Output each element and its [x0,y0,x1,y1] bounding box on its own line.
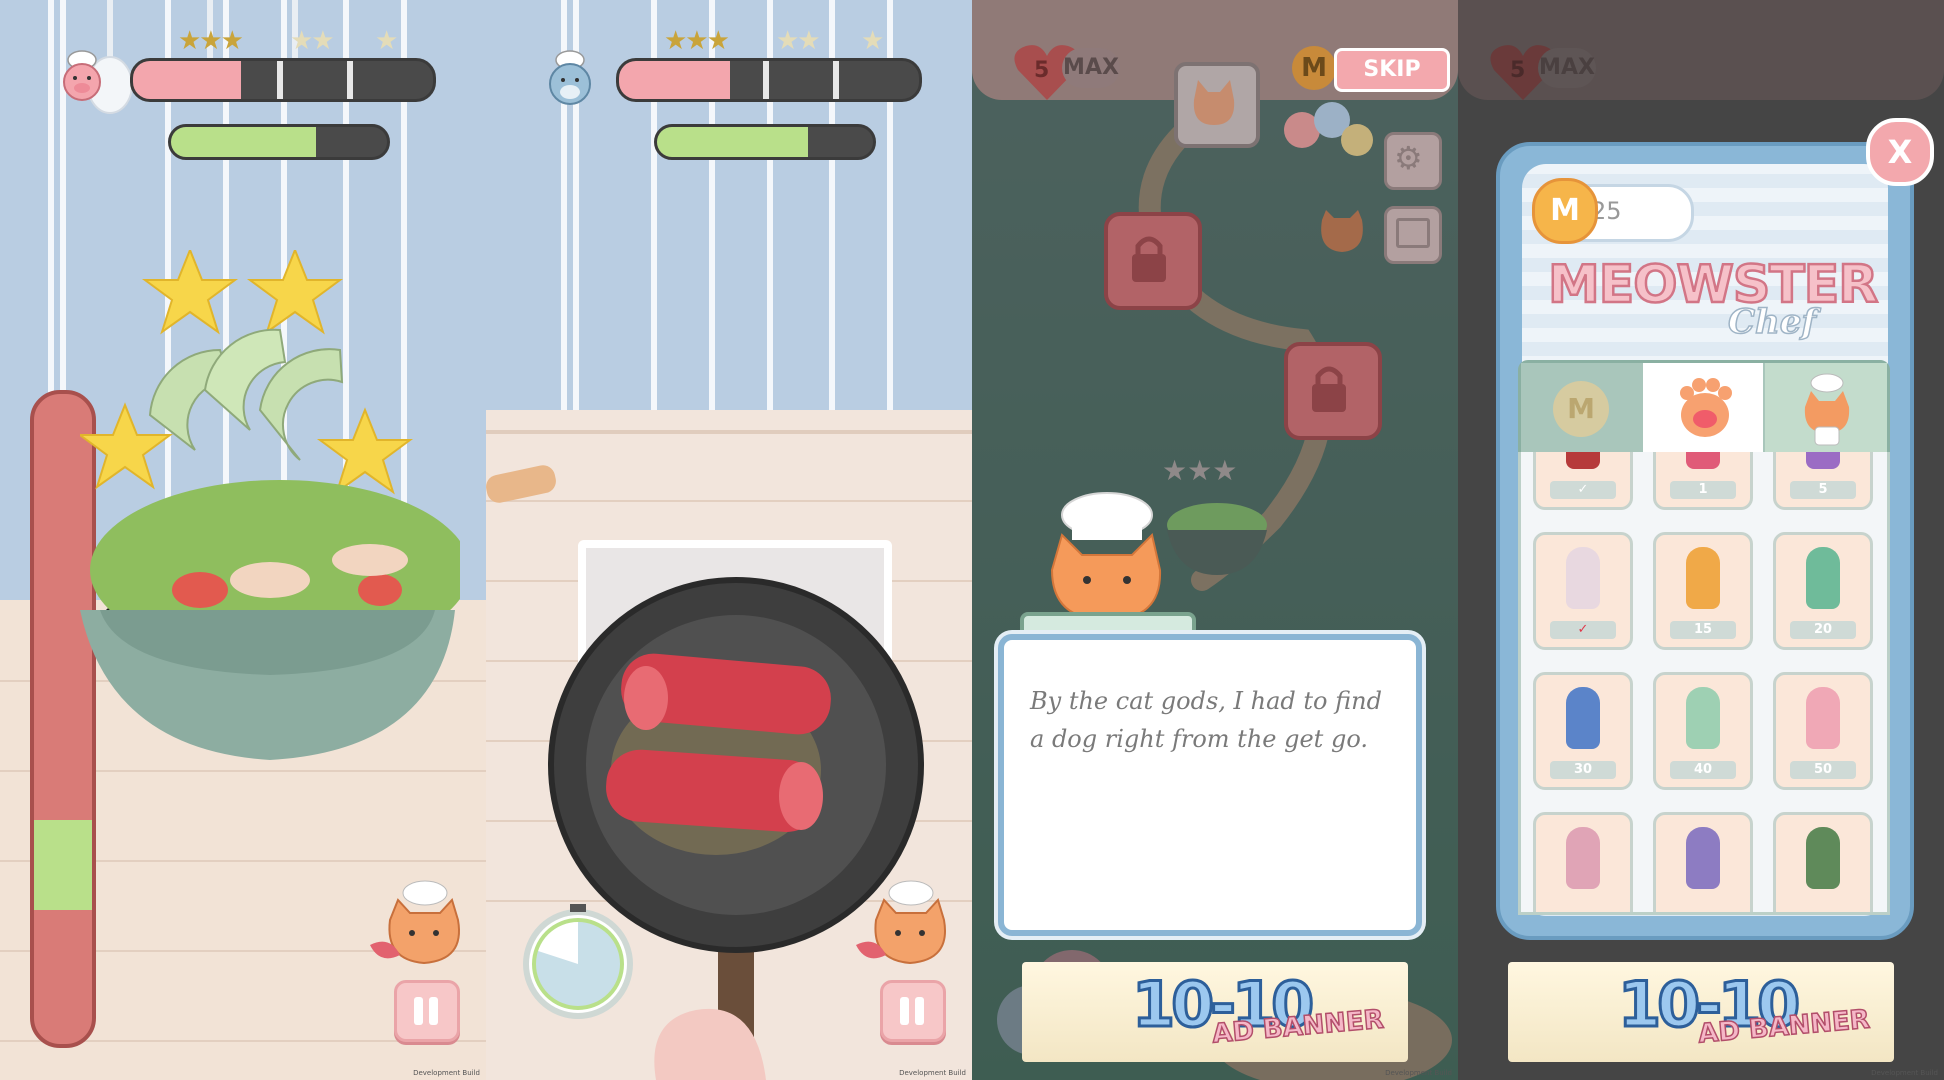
frying-minigame-screen: ★★★ ★★ ★ Development Build [486,0,972,1080]
paw-skin-item[interactable]: 5 [1773,452,1873,510]
star-rating-2: ★★ [776,26,821,56]
paw-skin-grid: ✓ 1 5 ✓ 15 20 30 40 50 [1518,452,1890,915]
pause-button[interactable] [880,980,946,1042]
price-tag: 20 [1790,621,1856,639]
paw-skin-item[interactable]: 40 [1653,672,1753,790]
paw-skin-item[interactable]: 50 [1773,672,1873,790]
cooking-timer-icon [523,904,633,1019]
paw-skin-item[interactable] [1653,812,1753,912]
paw-skin-icon [1686,547,1720,609]
paw-skin-item[interactable] [1773,812,1873,912]
ad-banner[interactable]: 10-10 AD BANNER [1508,962,1894,1062]
svg-text:★★★: ★★★ [1162,454,1237,487]
skin-shop-screen: 5 MAX X 25 M MEOWSTER Chef M ✓ 1 5 ✓ 15 … [1458,0,1944,1080]
paw-skin-item[interactable]: ✓ [1533,532,1633,650]
price-tag: 40 [1670,761,1736,779]
score-progress-bar [130,58,436,102]
price-tag: 1 [1670,481,1736,499]
price-tag: 15 [1670,621,1736,639]
coin-icon: M [1292,46,1336,90]
dialog-text: By the cat gods, I had to find a dog rig… [1030,687,1382,753]
lock-icon [1132,236,1166,282]
level-map-dialog-screen: 5 MAX M SKIP ⚙ ★★★ Riscas By the cat god… [972,0,1458,1080]
lock-icon [1312,366,1346,412]
star-rating-1: ★★★ [664,26,730,56]
chef-cat-mascot [856,880,946,965]
paw-skin-item[interactable] [1533,812,1633,912]
star-rating-1: ★★★ [178,26,244,56]
price-tag: 30 [1550,761,1616,779]
dev-build-label: Development Build [1871,1069,1938,1077]
close-button[interactable]: X [1866,118,1934,186]
salad-bowl [80,250,460,760]
tab-coins[interactable]: M [1521,363,1641,455]
lives-max-label: MAX [1062,48,1120,88]
chef-cat-mascot [370,880,460,965]
coin-icon: M [1553,381,1609,437]
paw-icon [1680,378,1732,437]
paw-skin-icon [1686,827,1720,889]
skip-button[interactable]: SKIP [1334,48,1450,92]
chef-hand [654,1008,766,1080]
dev-build-label: Development Build [899,1069,966,1077]
tab-paws[interactable] [1643,363,1763,455]
dog-chef-avatar [549,50,591,105]
paw-skin-item[interactable]: 1 [1653,452,1753,510]
paw-skin-icon [1566,452,1600,469]
ad-banner[interactable]: 10-10 AD BANNER [1022,962,1408,1062]
paw-skin-icon [1686,687,1720,749]
price-tag: 50 [1790,761,1856,779]
game-logo-main: MEOWSTER [1547,254,1880,317]
chef-cat-icon [1804,373,1850,446]
lives-max-label: MAX [1538,48,1596,88]
paw-skin-icon [1686,452,1720,469]
paw-skin-icon [1806,687,1840,749]
paw-skin-icon [1566,687,1600,749]
lives-count: 5 [1034,58,1050,83]
paw-skin-item[interactable]: 15 [1653,532,1753,650]
riscas-chef-cat [1050,492,1162,620]
paw-skin-icon [1806,547,1840,609]
paw-skin-item[interactable]: ✓ [1533,452,1633,510]
shop-tabs: M [1518,360,1890,458]
shop-icon [1396,218,1430,248]
dev-build-label: Development Build [1385,1069,1452,1077]
price-tag: ✓ [1550,481,1616,499]
star-rating-3: ★ [861,26,885,56]
paw-skin-icon [1806,452,1840,469]
paw-skin-icon [1566,547,1600,609]
score-progress-bar [616,58,922,102]
balloon-cat [1284,102,1373,252]
gear-icon: ⚙ [1394,139,1423,177]
dialog-box[interactable]: By the cat gods, I had to find a dog rig… [998,634,1422,936]
paw-skin-item[interactable]: 30 [1533,672,1633,790]
tab-characters[interactable] [1765,363,1887,455]
pause-button[interactable] [394,980,460,1042]
time-progress-bar [654,124,876,160]
dev-build-label: Development Build [413,1069,480,1077]
coin-icon: M [1532,178,1598,244]
salad-minigame-screen: ★★★ ★★ ★ Development Build [0,0,486,1080]
game-logo-sub: Chef [1727,301,1817,343]
star-rating-3: ★ [375,26,399,56]
time-progress-bar [168,124,390,160]
paw-skin-icon [1806,827,1840,889]
price-tag: ✓ [1550,621,1616,639]
paw-skin-item[interactable]: 20 [1773,532,1873,650]
paw-skin-icon [1566,827,1600,889]
cat-face-icon [1193,80,1235,125]
star-rating-2: ★★ [290,26,335,56]
price-tag: 5 [1790,481,1856,499]
pig-chef-avatar [63,50,101,101]
lives-count: 5 [1510,58,1526,83]
rolling-pin [486,465,556,503]
